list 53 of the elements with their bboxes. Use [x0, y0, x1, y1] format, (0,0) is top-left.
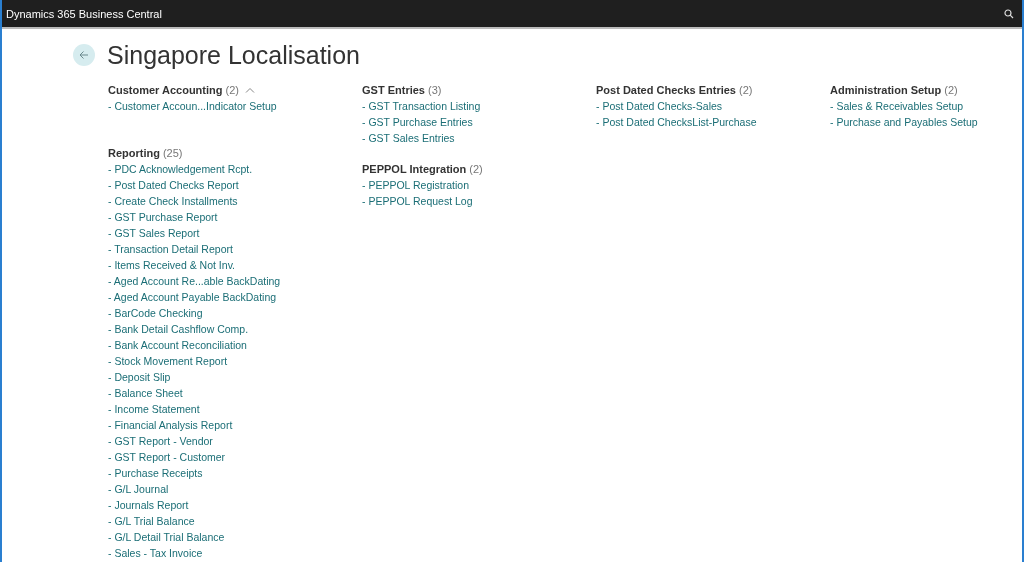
action-link[interactable]: - Aged Account Payable BackDating [108, 289, 277, 305]
group-count: (2) [225, 84, 239, 96]
collapse-caret-icon[interactable] [244, 87, 255, 93]
action-link[interactable]: - Post Dated ChecksList-Purchase [596, 114, 757, 130]
action-link[interactable]: - GST Purchase Entries [362, 114, 473, 130]
group-title[interactable]: PEPPOL Integration [362, 163, 467, 175]
action-link[interactable]: - GST Purchase Report [108, 209, 218, 225]
app-title[interactable]: Dynamics 365 Business Central [6, 7, 162, 20]
action-link[interactable]: - Transaction Detail Report [108, 241, 233, 257]
action-link[interactable]: - Items Received & Not Inv. [108, 257, 235, 273]
action-link[interactable]: - Balance Sheet [108, 385, 183, 401]
action-link[interactable]: - Sales - Tax Invoice [108, 545, 203, 561]
action-link[interactable]: - Deposit Slip [108, 369, 171, 385]
page-title: Singapore Localisation [107, 40, 360, 70]
action-link[interactable]: - PEPPOL Registration [362, 177, 469, 193]
group-count: (2) [944, 84, 958, 96]
group-title[interactable]: Post Dated Checks Entries [596, 84, 736, 96]
action-link[interactable]: - Sales & Receivables Setup [830, 98, 964, 114]
action-link[interactable]: - G/L Trial Balance [108, 513, 195, 529]
action-link[interactable]: - Purchase and Payables Setup [830, 114, 978, 130]
action-link[interactable]: - GST Report - Customer [108, 449, 226, 465]
action-link[interactable]: - GST Report - Vendor [108, 433, 213, 449]
action-link[interactable]: - Customer Accoun...Indicator Setup [108, 98, 277, 114]
group-title[interactable]: Customer Accounting [108, 84, 223, 96]
group-title[interactable]: Administration Setup [830, 84, 942, 96]
group-title[interactable]: GST Entries [362, 84, 425, 96]
action-link[interactable]: - G/L Journal [108, 481, 169, 497]
action-link[interactable]: - Income Statement [108, 401, 200, 417]
action-link[interactable]: - Bank Account Reconciliation [108, 337, 247, 353]
action-link[interactable]: - PEPPOL Request Log [362, 193, 473, 209]
group-count: (25) [162, 147, 183, 159]
action-link[interactable]: - Purchase Receipts [108, 465, 203, 481]
group-count: (2) [469, 163, 483, 175]
group-title[interactable]: Reporting [108, 147, 160, 159]
back-arrow-icon [79, 50, 89, 60]
action-link[interactable]: - Aged Account Re...able BackDating [108, 273, 281, 289]
action-link[interactable]: - PDC Acknowledgement Rcpt. [108, 161, 253, 177]
action-link[interactable]: - Financial Analysis Report [108, 417, 233, 433]
action-link[interactable]: - Journals Report [108, 497, 189, 513]
action-link[interactable]: - Bank Detail Cashflow Comp. [108, 321, 249, 337]
action-link[interactable]: - Create Check Installments [108, 193, 238, 209]
back-button[interactable] [73, 44, 95, 66]
action-link[interactable]: - GST Sales Entries [362, 130, 455, 146]
action-link[interactable]: - Post Dated Checks Report [108, 177, 239, 193]
action-link[interactable]: - Stock Movement Report [108, 353, 228, 369]
action-link[interactable]: - GST Transaction Listing [362, 98, 481, 114]
group-count: (2) [739, 84, 753, 96]
action-link[interactable]: - GST Sales Report [108, 225, 200, 241]
group-count: (3) [427, 84, 442, 96]
search-icon[interactable] [1004, 8, 1014, 19]
action-link[interactable]: - G/L Detail Trial Balance [108, 529, 225, 545]
action-link[interactable]: - Post Dated Checks-Sales [596, 98, 723, 114]
action-link[interactable]: - BarCode Checking [108, 305, 203, 321]
